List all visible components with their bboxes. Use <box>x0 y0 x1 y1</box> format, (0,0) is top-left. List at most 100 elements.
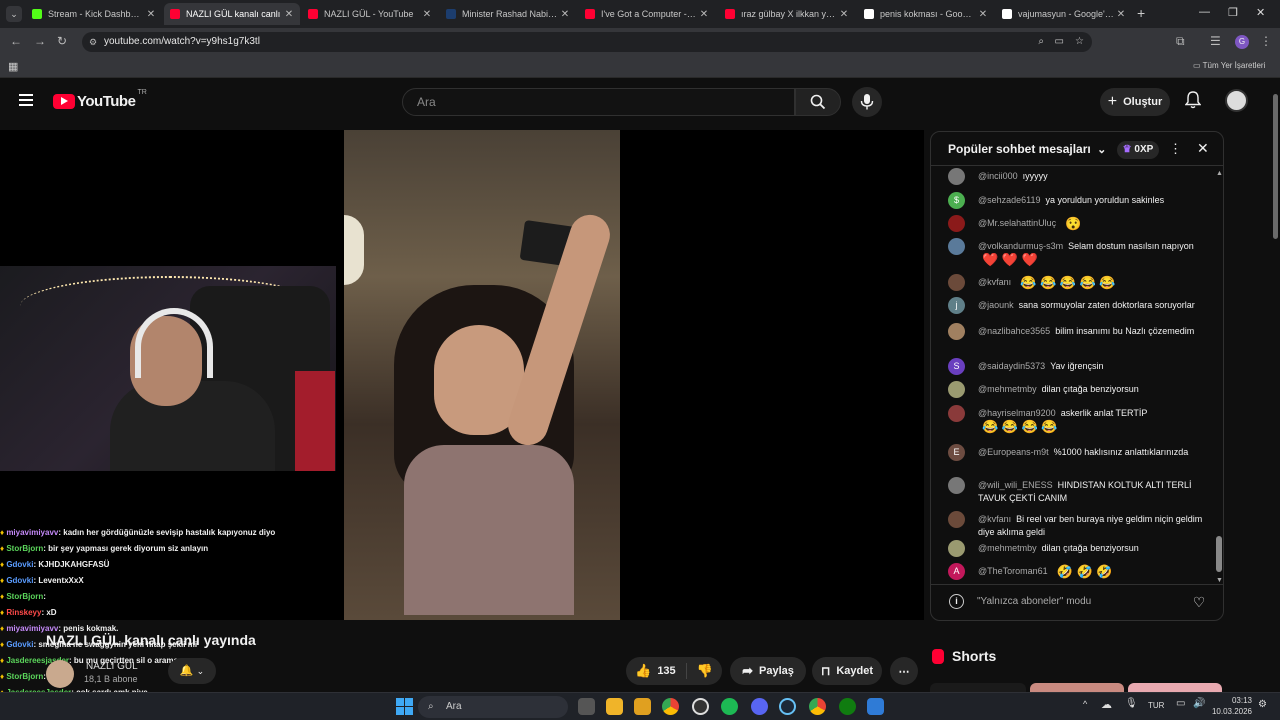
close-tab-icon[interactable]: ✕ <box>282 9 296 20</box>
close-chat-icon[interactable]: ✕ <box>1197 140 1209 157</box>
taskbar-search-input[interactable]: ⌕ Ara <box>418 696 568 718</box>
language-indicator[interactable]: TUR <box>1148 701 1164 710</box>
chat-author[interactable]: @TheToroman61 <box>978 566 1048 576</box>
xp-badge[interactable]: ♛ 0XP <box>1117 141 1159 159</box>
chat-avatar[interactable] <box>948 405 965 422</box>
voice-search-button[interactable] <box>852 87 882 117</box>
chat-avatar[interactable] <box>948 168 965 185</box>
menu-kebab-icon[interactable]: ⋮ <box>1260 34 1272 48</box>
microphone-tray-icon[interactable]: 🎙 <box>1125 698 1138 709</box>
thumbs-down-icon[interactable]: 👎 <box>693 663 713 679</box>
close-tab-icon[interactable]: ✕ <box>144 9 158 20</box>
all-bookmarks-folder[interactable]: ▭ Tüm Yer İşaretleri <box>1193 61 1265 70</box>
chat-avatar[interactable]: $ <box>948 192 965 209</box>
scroll-thumb[interactable] <box>1216 536 1222 572</box>
chat-avatar[interactable]: j <box>948 297 965 314</box>
chat-avatar[interactable]: E <box>948 444 965 461</box>
file-explorer-icon[interactable] <box>634 698 651 715</box>
discord-icon[interactable] <box>751 698 768 715</box>
browser-tab[interactable]: ıraz gülbay X ilkkan yedin ✕ <box>719 3 855 25</box>
chat-author[interactable]: @Mr.selahattinUluç <box>978 218 1056 228</box>
chat-avatar[interactable] <box>948 215 965 232</box>
browser-tab[interactable]: NAZLI GÜL kanalı canlı ✕ <box>164 3 300 25</box>
extensions-icon[interactable]: ⧉ <box>1176 34 1185 49</box>
network-icon[interactable]: ▭ <box>1176 698 1185 709</box>
browser-tab[interactable]: penis kokması - Google'd ✕ <box>858 3 994 25</box>
search-button[interactable] <box>795 88 841 116</box>
short-thumbnail[interactable] <box>930 683 1026 692</box>
chat-avatar[interactable]: S <box>948 358 965 375</box>
scroll-up-arrow[interactable]: ▲ <box>1216 170 1223 177</box>
chat-author[interactable]: @Europeans-m9t <box>978 447 1049 457</box>
cast-icon[interactable]: ▭ <box>1055 32 1064 52</box>
start-button[interactable] <box>396 698 413 715</box>
site-info-icon[interactable]: ⚙ <box>89 32 97 52</box>
reload-icon[interactable]: ↻ <box>57 34 67 48</box>
chat-avatar[interactable] <box>948 238 965 255</box>
chat-avatar[interactable] <box>948 323 965 340</box>
video-player[interactable]: ♦ miyavimiyavv: kadın her gördüğünüzle s… <box>0 130 924 713</box>
save-button[interactable]: ⊓ Kaydet <box>812 657 882 685</box>
chat-author[interactable]: @sehzade6119 <box>978 195 1041 205</box>
chat-menu-icon[interactable]: ⋮ <box>1169 141 1182 157</box>
chat-author[interactable]: @jaounk <box>978 300 1014 310</box>
steam-icon[interactable] <box>779 698 796 715</box>
url-field[interactable]: ⚙ youtube.com/watch?v=y9hs1g7k3tl ⌕ ▭ ☆ <box>82 32 1092 52</box>
chat-avatar[interactable] <box>948 477 965 494</box>
chat-mode-dropdown[interactable]: Popüler sohbet mesajları ⌄ <box>948 142 1106 156</box>
page-scrollbar[interactable] <box>1271 80 1280 692</box>
chat-avatar[interactable]: A <box>948 563 965 580</box>
onedrive-icon[interactable]: ☁ <box>1101 698 1112 711</box>
browser-tab[interactable]: vajumasyun - Google'da ✕ <box>996 3 1132 25</box>
hamburger-menu-icon[interactable] <box>19 94 33 106</box>
spotify-icon[interactable] <box>721 698 738 715</box>
subscribe-bell-button[interactable]: 🔔 ⌄ <box>168 658 216 684</box>
create-button[interactable]: + Oluştur <box>1100 88 1170 116</box>
short-thumbnail[interactable] <box>1128 683 1222 692</box>
chat-author[interactable]: @saidaydin5373 <box>978 361 1045 371</box>
page-scroll-thumb[interactable] <box>1273 94 1278 239</box>
task-view-icon[interactable] <box>578 698 595 715</box>
new-tab-button[interactable]: + <box>1137 5 1145 21</box>
bookmark-star-icon[interactable]: ☆ <box>1075 32 1084 52</box>
chat-author[interactable]: @wili_wili_ENESS <box>978 480 1053 490</box>
forward-icon[interactable]: → <box>34 34 46 48</box>
profile-avatar[interactable]: G <box>1235 35 1249 49</box>
close-window-button[interactable]: ✕ <box>1256 6 1265 19</box>
chat-author[interactable]: @hayriselman9200 <box>978 408 1056 418</box>
info-icon[interactable]: i <box>949 594 964 609</box>
system-clock[interactable]: 03:13 10.03.2026 <box>1206 695 1252 717</box>
chat-avatar[interactable] <box>948 274 965 291</box>
browser-tab[interactable]: NAZLI GÜL - YouTube ✕ <box>302 3 438 25</box>
file-explorer-icon[interactable] <box>606 698 623 715</box>
back-icon[interactable]: ← <box>10 34 22 48</box>
chat-avatar[interactable] <box>948 540 965 557</box>
share-button[interactable]: ➦ Paylaş <box>730 657 806 685</box>
chat-avatar[interactable] <box>948 381 965 398</box>
like-button[interactable]: 👍 135 <box>635 663 687 679</box>
heart-reaction-icon[interactable]: ♡ <box>1189 592 1209 612</box>
reading-list-icon[interactable]: ☰ <box>1210 34 1221 48</box>
search-input[interactable]: Ara <box>402 88 795 116</box>
chat-author[interactable]: @nazlibahce3565 <box>978 326 1050 336</box>
browser-tab[interactable]: Minister Rashad Nabiyev ✕ <box>440 3 576 25</box>
more-actions-button[interactable]: ⋯ <box>890 657 918 685</box>
zoom-icon[interactable]: ⌕ <box>1038 32 1044 52</box>
chat-author[interactable]: @volkandurmuş-s3m <box>978 241 1063 251</box>
channel-name[interactable]: NAZLI GÜL <box>86 661 138 672</box>
chat-scrollbar[interactable]: ▲ ▼ <box>1216 170 1223 584</box>
close-tab-icon[interactable]: ✕ <box>976 9 990 20</box>
close-tab-icon[interactable]: ✕ <box>1114 9 1128 20</box>
chat-avatar[interactable] <box>948 511 965 528</box>
volume-icon[interactable]: 🔊 <box>1193 698 1205 709</box>
account-avatar[interactable] <box>1225 89 1248 112</box>
channel-avatar[interactable] <box>46 660 74 688</box>
xbox-icon[interactable] <box>839 698 856 715</box>
chrome-icon[interactable] <box>809 698 826 715</box>
chat-author[interactable]: @mehmetmby <box>978 543 1037 553</box>
scroll-down-arrow[interactable]: ▼ <box>1216 577 1223 584</box>
chat-author[interactable]: @incii000 <box>978 171 1018 181</box>
restore-button[interactable]: ❐ <box>1228 6 1238 19</box>
chat-author[interactable]: @kvfanı <box>978 514 1011 524</box>
chrome-icon[interactable] <box>662 698 679 715</box>
